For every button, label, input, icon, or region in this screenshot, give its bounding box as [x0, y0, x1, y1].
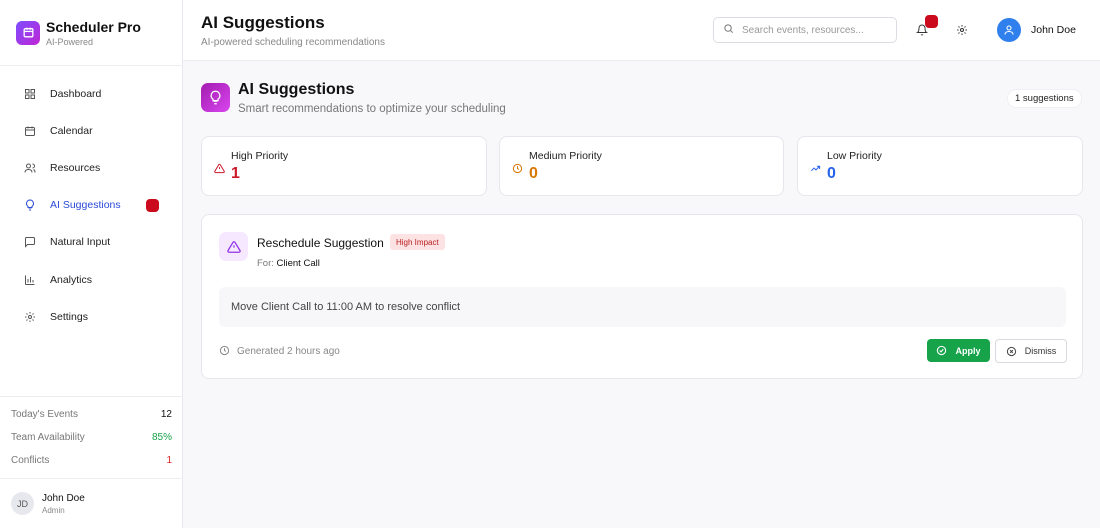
message-icon [23, 236, 36, 249]
x-circle-icon [1006, 346, 1016, 356]
sidebar-item-resources[interactable]: Resources [0, 149, 182, 186]
clock-icon [512, 161, 524, 174]
grid-icon [23, 87, 36, 100]
section-title: AI Suggestions [238, 81, 355, 98]
sidebar-item-label: Resources [50, 161, 101, 174]
sidebar-item-label: Dashboard [50, 87, 102, 100]
sidebar-item-calendar[interactable]: Calendar [0, 112, 182, 149]
apply-label: Apply [955, 345, 981, 356]
sidebar-item-label: Natural Input [50, 236, 111, 249]
user-name: John Doe [42, 492, 85, 504]
card-label: Low Priority [827, 150, 882, 162]
suggestion-count-badge: 1 suggestions [1007, 89, 1082, 108]
user-role: Admin [42, 505, 65, 515]
gear-icon[interactable] [956, 23, 969, 36]
avatar[interactable] [997, 18, 1021, 42]
header-user-name[interactable]: John Doe [1031, 24, 1076, 36]
search-box[interactable] [713, 17, 897, 43]
apply-button[interactable]: Apply [927, 339, 990, 362]
sidebar-item-natural-input[interactable]: Natural Input [0, 224, 182, 261]
calendar-icon [23, 124, 36, 137]
brand-subtitle: AI-Powered [46, 36, 94, 47]
sidebar-user[interactable]: JD John Doe Admin [0, 478, 183, 528]
brand-title: Scheduler Pro [46, 18, 141, 35]
suggestion-title: Reschedule Suggestion [257, 236, 384, 250]
calendar-logo-icon [16, 20, 40, 45]
sidebar-nav: Dashboard Calendar Resources AI Suggesti… [0, 66, 182, 335]
for-prefix: For: [257, 258, 274, 269]
sidebar-item-analytics[interactable]: Analytics [0, 261, 182, 298]
suggestion-message: Move Client Call to 11:00 AM to resolve … [219, 287, 1066, 327]
stat-value: 1 [166, 455, 172, 466]
high-priority-card: High Priority 1 [201, 136, 487, 196]
for-target: Client Call [276, 258, 320, 269]
low-priority-card: Low Priority 0 [797, 136, 1083, 196]
dismiss-label: Dismiss [1024, 346, 1057, 356]
clock-icon [219, 345, 231, 357]
sidebar-item-label: AI Suggestions [50, 199, 121, 212]
sidebar-stats: Today's Events 12 Team Availability 85% … [0, 396, 183, 472]
impact-badge: High Impact [390, 234, 445, 250]
warning-icon [214, 161, 226, 174]
stat-label: Today's Events [11, 409, 78, 420]
warning-icon [219, 232, 248, 261]
suggestion-card: Reschedule Suggestion High Impact For: C… [201, 214, 1083, 379]
sidebar-item-label: Analytics [50, 273, 93, 286]
bar-chart-icon [23, 273, 36, 286]
card-label: Medium Priority [529, 150, 602, 162]
notification-badge [146, 198, 159, 212]
lightbulb-icon [201, 83, 230, 112]
sidebar: Scheduler Pro AI-Powered Dashboard Calen… [0, 0, 183, 528]
generated-label: Generated 2 hours ago [237, 345, 340, 357]
brand: Scheduler Pro AI-Powered [0, 0, 182, 66]
sidebar-item-settings[interactable]: Settings [0, 298, 182, 335]
avatar: JD [11, 492, 34, 515]
stat-row-conflicts: Conflicts 1 [11, 449, 172, 472]
stat-value: 85% [151, 432, 172, 443]
dismiss-button[interactable]: Dismiss [995, 339, 1067, 363]
users-icon [23, 161, 36, 174]
stat-row-todays-events: Today's Events 12 [11, 403, 172, 426]
card-value: 1 [231, 165, 240, 182]
card-label: High Priority [231, 150, 289, 162]
page-subtitle: AI-powered scheduling recommendations [201, 37, 385, 48]
gear-icon [23, 310, 36, 323]
page-title: AI Suggestions [201, 13, 325, 32]
top-header: AI Suggestions AI-powered scheduling rec… [183, 0, 1100, 61]
lightbulb-icon [23, 199, 36, 212]
sidebar-item-ai-suggestions[interactable]: AI Suggestions [0, 187, 182, 224]
section-subtitle: Smart recommendations to optimize your s… [238, 103, 506, 115]
notification-badge [925, 15, 938, 28]
check-circle-icon [937, 345, 947, 356]
search-input[interactable] [742, 24, 887, 36]
medium-priority-card: Medium Priority 0 [499, 136, 784, 196]
suggestion-target: For: Client Call [257, 258, 320, 269]
sidebar-item-label: Settings [50, 310, 88, 323]
stat-value: 12 [160, 409, 172, 420]
stat-row-team-availability: Team Availability 85% [11, 426, 172, 449]
stat-label: Team Availability [11, 432, 85, 443]
generated-time: Generated 2 hours ago [219, 345, 340, 357]
search-icon [723, 21, 734, 39]
card-value: 0 [529, 165, 538, 182]
stat-label: Conflicts [11, 455, 50, 466]
card-value: 0 [827, 165, 836, 182]
trending-up-icon [810, 161, 822, 173]
sidebar-item-dashboard[interactable]: Dashboard [0, 75, 182, 112]
sidebar-item-label: Calendar [50, 124, 93, 137]
